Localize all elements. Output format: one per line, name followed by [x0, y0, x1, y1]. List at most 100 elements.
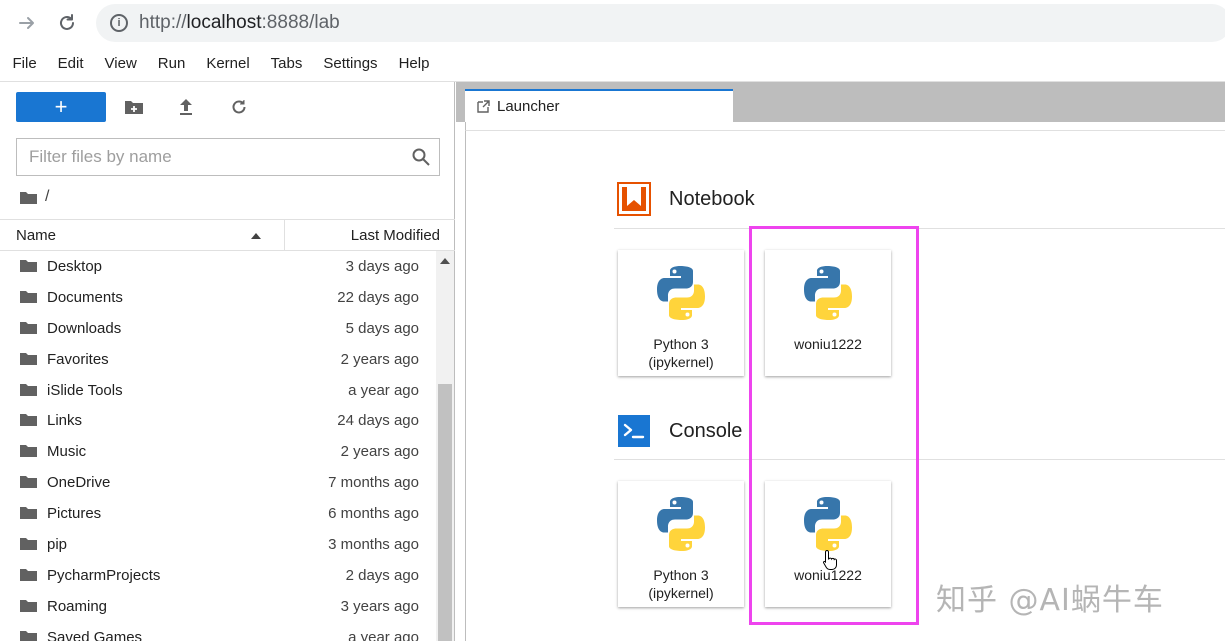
list-item[interactable]: Documents 22 days ago: [0, 282, 436, 313]
list-item[interactable]: Links 24 days ago: [0, 405, 436, 436]
refresh-icon[interactable]: [228, 96, 250, 118]
menu-tabs[interactable]: Tabs: [260, 55, 313, 72]
file-modified: 3 months ago: [328, 536, 419, 554]
file-name: iSlide Tools: [47, 381, 123, 399]
file-browser-panel: + / Name Last Modified: [0, 82, 455, 641]
tab-panel-top: [465, 122, 1225, 130]
file-name: Pictures: [47, 505, 102, 523]
breadcrumb-root[interactable]: /: [45, 188, 49, 206]
list-item[interactable]: pip 3 months ago: [0, 529, 436, 560]
list-item[interactable]: OneDrive 7 months ago: [0, 467, 436, 498]
home-folder-icon[interactable]: [20, 191, 37, 204]
console-section-title: Console: [669, 419, 743, 442]
list-item[interactable]: Downloads 5 days ago: [0, 313, 436, 344]
folder-icon: [20, 383, 37, 396]
file-modified: 22 days ago: [337, 288, 419, 306]
tab-launcher[interactable]: Launcher: [465, 89, 733, 122]
notebook-woniu1222-card[interactable]: woniu1222: [765, 250, 891, 376]
notebook-icon: [617, 182, 651, 216]
url-text: http://localhost:8888/lab: [139, 12, 340, 33]
menu-edit[interactable]: Edit: [47, 55, 94, 72]
file-name: PycharmProjects: [47, 566, 161, 584]
filter-files-input[interactable]: [17, 147, 397, 167]
address-bar[interactable]: i http://localhost:8888/lab: [96, 4, 1225, 42]
file-list-scrollbar[interactable]: [436, 251, 454, 641]
menu-file[interactable]: File: [2, 55, 47, 72]
kernel-label-line1: woniu1222: [794, 567, 862, 583]
folder-icon: [20, 507, 37, 520]
folder-icon: [20, 599, 37, 612]
file-name: Roaming: [47, 597, 108, 615]
scrollbar-thumb[interactable]: [438, 384, 452, 641]
breadcrumb: /: [20, 186, 49, 208]
tab-label: Launcher: [497, 98, 560, 115]
file-name: Documents: [47, 288, 123, 306]
console-divider: [614, 459, 1225, 460]
column-header-last-modified[interactable]: Last Modified: [351, 227, 440, 244]
file-name: pip: [47, 536, 68, 554]
file-modified: 2 years ago: [340, 443, 419, 461]
column-divider[interactable]: [284, 220, 285, 250]
forward-arrow-icon[interactable]: [12, 8, 42, 38]
reload-icon[interactable]: [52, 8, 82, 38]
folder-icon: [20, 568, 37, 581]
filter-files-input-box[interactable]: [16, 138, 440, 176]
file-modified: 2 days ago: [345, 566, 419, 584]
launch-icon: [477, 100, 490, 113]
menu-run[interactable]: Run: [147, 55, 196, 72]
kernel-label-line1: Python 3: [653, 336, 709, 352]
column-header-name[interactable]: Name: [16, 227, 56, 244]
menu-settings[interactable]: Settings: [313, 55, 388, 72]
file-browser-toolbar: +: [0, 82, 455, 134]
console-section-header: Console: [617, 414, 742, 448]
search-icon[interactable]: [411, 147, 431, 167]
folder-icon: [20, 352, 37, 365]
upload-icon[interactable]: [175, 96, 197, 118]
list-item[interactable]: iSlide Tools a year ago: [0, 375, 436, 406]
python-logo-icon: [657, 497, 705, 551]
file-modified: 2 years ago: [340, 350, 419, 368]
list-item[interactable]: Desktop 3 days ago: [0, 251, 436, 282]
folder-icon: [20, 414, 37, 427]
file-name: Desktop: [47, 258, 103, 275]
folder-icon: [20, 290, 37, 303]
console-woniu1222-card[interactable]: woniu1222: [765, 481, 891, 607]
menu-kernel[interactable]: Kernel: [196, 55, 260, 72]
file-name: Music: [47, 443, 87, 461]
file-modified: 3 years ago: [340, 597, 419, 615]
notebook-divider: [614, 228, 1225, 229]
file-list: Desktop 3 days ago Documents 22 days ago…: [0, 251, 436, 641]
menu-help[interactable]: Help: [388, 55, 440, 72]
menu-view[interactable]: View: [94, 55, 147, 72]
folder-icon: [20, 476, 37, 489]
scroll-up-arrow-icon[interactable]: [440, 258, 450, 264]
file-name: Saved Games: [47, 628, 143, 641]
file-name: OneDrive: [47, 474, 111, 492]
folder-icon: [20, 538, 37, 551]
list-item[interactable]: Saved Games a year ago: [0, 622, 436, 641]
folder-icon: [20, 260, 37, 272]
new-launcher-button[interactable]: +: [16, 92, 106, 122]
folder-icon: [20, 445, 37, 458]
browser-toolbar: i http://localhost:8888/lab: [0, 0, 1225, 46]
info-icon[interactable]: i: [110, 14, 128, 32]
file-modified: 3 days ago: [345, 258, 419, 275]
list-item[interactable]: PycharmProjects 2 days ago: [0, 560, 436, 591]
notebook-python3-card[interactable]: Python 3 (ipykernel): [618, 250, 744, 376]
new-folder-icon[interactable]: [123, 96, 145, 118]
kernel-label-line1: woniu1222: [794, 336, 862, 352]
sort-ascending-icon[interactable]: [251, 233, 261, 239]
list-item[interactable]: Music 2 years ago: [0, 436, 436, 467]
file-modified: 6 months ago: [328, 505, 419, 523]
python-logo-icon: [657, 266, 705, 320]
list-item[interactable]: Pictures 6 months ago: [0, 498, 436, 529]
folder-icon: [20, 321, 37, 334]
console-python3-card[interactable]: Python 3 (ipykernel): [618, 481, 744, 607]
file-name: Links: [47, 412, 83, 430]
file-modified: 7 months ago: [328, 474, 419, 492]
list-item[interactable]: Favorites 2 years ago: [0, 344, 436, 375]
kernel-label-line1: Python 3: [653, 567, 709, 583]
kernel-label-line2: (ipykernel): [648, 354, 714, 370]
list-item[interactable]: Roaming 3 years ago: [0, 591, 436, 622]
file-name: Downloads: [47, 319, 122, 337]
